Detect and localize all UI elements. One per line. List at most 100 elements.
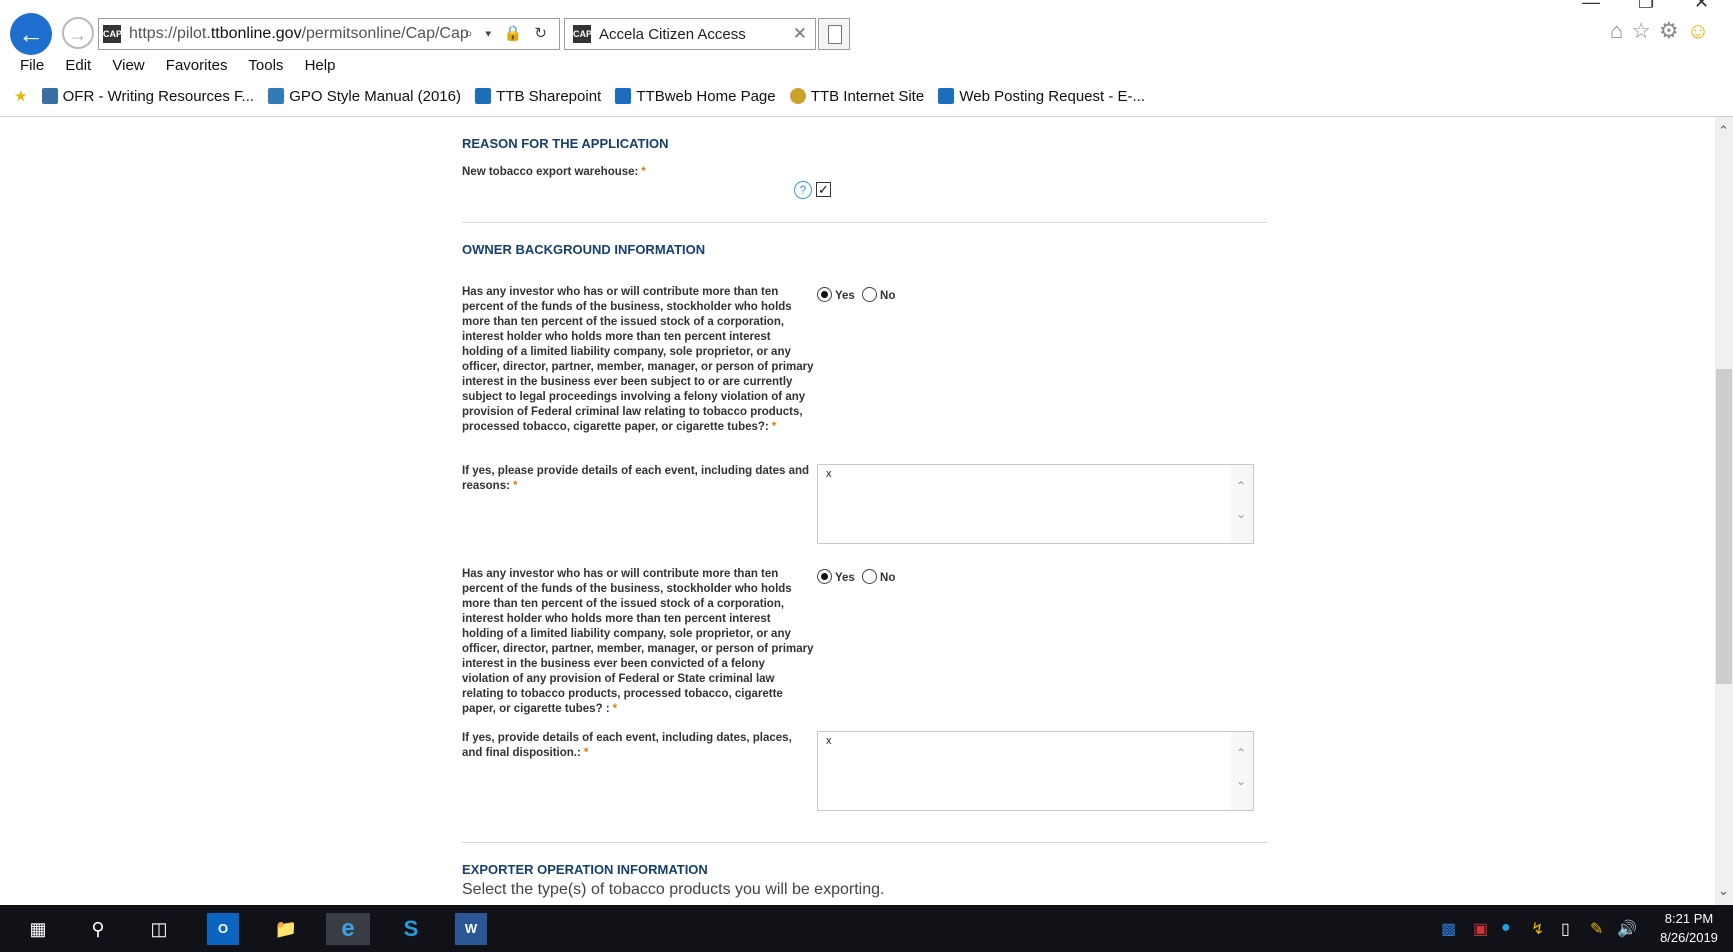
windows-start-icon[interactable]: ▦ [22,913,54,945]
new-tab-icon [828,25,842,44]
required-marker: * [612,703,618,715]
q2-label: Has any investor who has or will contrib… [462,568,814,715]
q1-radio-no[interactable]: No [862,287,895,302]
required-marker: * [512,480,518,492]
outlook-icon[interactable]: O [207,913,239,945]
close-window-button[interactable]: ✕ [1694,0,1709,13]
settings-gear-icon[interactable]: ⚙ [1659,18,1687,43]
radio-selected-icon [817,287,832,302]
network-tray-icon[interactable]: ↯ [1531,919,1544,939]
internet-explorer-icon[interactable]: e [326,913,370,945]
q2-radio-no[interactable]: No [862,569,895,584]
back-button[interactable]: ← [10,13,52,55]
address-bar[interactable]: CAP https://pilot.ttbonline.gov/permitso… [98,18,560,50]
menu-edit[interactable]: Edit [65,57,91,74]
scroll-up-icon[interactable]: ⌃ [1718,123,1729,139]
radio-selected-icon [817,569,832,584]
favorite-ofr[interactable]: OFR - Writing Resources F... [41,88,254,105]
feedback-smiley-icon[interactable]: ☺ [1687,18,1717,43]
q2-radio-yes[interactable]: Yes [817,569,855,584]
q1-label: Has any investor who has or will contrib… [462,286,814,433]
browser-tab[interactable]: CAP Accela Citizen Access ✕ [564,18,816,50]
browser-toolbar-icons: ⌂☆⚙☺ [1610,18,1717,44]
favorites-bar: ★ OFR - Writing Resources F... GPO Style… [14,87,1155,105]
gpo-icon [268,88,285,104]
help-icon[interactable]: ? [794,181,812,199]
q2-details-textarea[interactable]: x ⌃ ⌄ [817,731,1254,811]
q1-details-label: If yes, please provide details of each e… [462,465,810,492]
favorite-web-posting[interactable]: Web Posting Request - E-... [938,88,1145,105]
scroll-down-icon: ⌄ [1236,774,1247,788]
textarea-value: x [826,468,832,480]
section-divider [462,222,1267,223]
forward-button[interactable]: → [62,17,94,49]
menu-tools[interactable]: Tools [248,57,283,74]
menu-favorites[interactable]: Favorites [166,57,228,74]
clock-date: 8/26/2019 [1660,930,1718,945]
file-explorer-icon[interactable]: 📁 [270,913,302,945]
volume-icon[interactable]: 🔊 [1617,919,1637,939]
word-icon[interactable]: W [455,913,487,945]
address-tools-icons[interactable]: ⌕ ▾ 🔒 ↻ [465,24,551,42]
forward-arrow-icon: → [69,25,87,45]
skype-icon[interactable]: S [395,913,427,945]
section-title-reason: REASON FOR THE APPLICATION [462,136,669,151]
scroll-down-icon[interactable]: ⌄ [1718,883,1729,899]
back-arrow-icon: ← [18,19,44,49]
browser-chrome: ← → CAP https://pilot.ttbonline.gov/perm… [0,0,1733,117]
taskbar-clock[interactable]: 8:21 PM 8/26/2019 [1651,909,1727,947]
radio-empty-icon [862,287,878,302]
favorite-ttbweb[interactable]: TTBweb Home Page [615,88,776,105]
home-icon[interactable]: ⌂ [1610,18,1631,43]
menu-bar: File Edit View Favorites Tools Help [20,57,352,74]
favorite-ttb-internet[interactable]: TTB Internet Site [789,88,924,105]
q2-radio-group: Yes No [817,569,895,584]
q1-radio-yes[interactable]: Yes [817,287,855,302]
usb-tray-icon[interactable]: ▯ [1561,919,1570,939]
required-marker: * [641,166,646,178]
search-icon[interactable]: ⚲ [82,913,114,945]
menu-view[interactable]: View [112,57,144,74]
mcafee-tray-icon[interactable]: ▣ [1473,919,1488,939]
section-title-exporter: EXPORTER OPERATION INFORMATION [462,862,708,877]
exporter-instructions: Select the type(s) of tobacco products y… [462,881,885,898]
site-favicon-icon: CAP [103,25,122,43]
sharepoint-icon [475,88,492,104]
minimize-button[interactable]: — [1582,0,1600,13]
outlook-tray-icon[interactable]: ▩ [1441,919,1456,939]
notes-tray-icon[interactable]: ✎ [1590,919,1603,939]
scrollbar-thumb[interactable] [1716,369,1732,684]
menu-file[interactable]: File [20,57,44,74]
q1-radio-group: Yes No [817,287,895,302]
new-warehouse-label: New tobacco export warehouse: * [462,166,646,178]
windows-taskbar: ▦ ⚲ ◫ O 📁 e S W ▩ ▣ ● ↯ ▯ ✎ 🔊 8:21 PM 8/… [0,905,1733,952]
menu-help[interactable]: Help [305,57,336,74]
restore-button[interactable]: ❐ [1638,0,1654,13]
tab-title: Accela Citizen Access [599,26,746,43]
textarea-value: x [826,735,832,747]
task-view-icon[interactable]: ◫ [143,913,175,945]
favorites-add-icon[interactable]: ★ [14,87,27,105]
page-content: REASON FOR THE APPLICATION New tobacco e… [0,117,1715,905]
section-title-owner: OWNER BACKGROUND INFORMATION [462,242,706,257]
required-marker: * [583,747,589,759]
q1-details-textarea[interactable]: x ⌃ ⌄ [817,464,1254,544]
skype-tray-icon[interactable]: ● [1501,919,1511,937]
textarea-scrollbar[interactable]: ⌃ ⌄ [1231,732,1253,810]
new-tab-button[interactable] [818,18,850,50]
required-marker: * [771,421,777,433]
tab-close-icon[interactable]: ✕ [793,24,807,44]
new-warehouse-checkbox[interactable]: ✓ [816,182,831,197]
scroll-down-icon: ⌄ [1236,507,1247,521]
favorites-star-icon[interactable]: ☆ [1631,18,1659,43]
address-url[interactable]: https://pilot.ttbonline.gov/permitsonlin… [129,25,469,43]
ttb-seal-icon [789,88,806,104]
textarea-scrollbar[interactable]: ⌃ ⌄ [1231,465,1253,543]
favorite-ttb-sharepoint[interactable]: TTB Sharepoint [475,88,601,105]
tab-favicon-icon: CAP [573,25,592,43]
scroll-up-icon: ⌃ [1236,746,1247,760]
page-icon [41,88,58,104]
clock-time: 8:21 PM [1664,911,1714,926]
page-scrollbar[interactable]: ⌃ ⌄ [1715,117,1733,905]
favorite-gpo[interactable]: GPO Style Manual (2016) [268,88,461,105]
